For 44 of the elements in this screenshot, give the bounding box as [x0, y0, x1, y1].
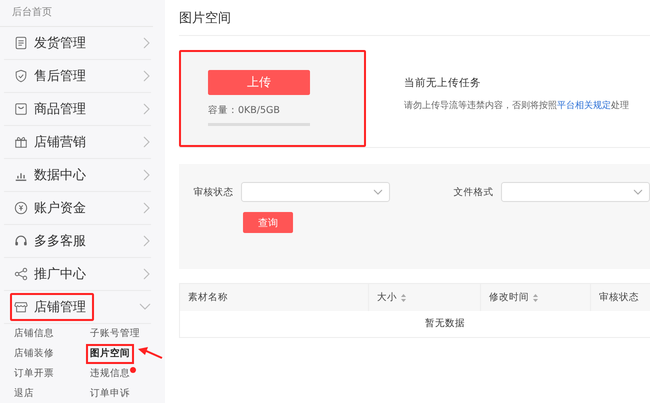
bag-icon	[14, 102, 28, 116]
sidebar-item[interactable]: 商品管理	[10, 95, 94, 123]
shield-icon	[14, 69, 28, 83]
sort-icon[interactable]	[533, 294, 538, 302]
gift-icon	[14, 135, 28, 149]
submenu-item[interactable]: 订单开票	[10, 364, 58, 384]
column-header[interactable]: 大小	[368, 284, 480, 311]
coin-icon	[14, 201, 28, 215]
headset-icon	[14, 234, 28, 248]
sidebar-item[interactable]: 账户资金	[10, 194, 94, 222]
rules-link[interactable]: 平台相关规定	[557, 100, 611, 110]
share-icon	[14, 267, 28, 281]
filter-label: 文件格式	[452, 186, 494, 198]
column-header: 审核状态	[590, 284, 650, 311]
submenu-item[interactable]: 违规信息	[86, 364, 134, 384]
sort-icon[interactable]	[401, 294, 406, 302]
chevron-down-icon	[373, 189, 384, 195]
sidebar-item[interactable]: 发货管理	[10, 29, 94, 57]
column-header[interactable]: 修改时间	[480, 284, 590, 311]
annotation-arrow	[136, 346, 164, 360]
submenu-item[interactable]: 店铺装修	[10, 344, 58, 364]
page-title: 图片空间	[179, 11, 231, 26]
sidebar-item[interactable]: 售后管理	[10, 62, 94, 90]
shop-icon	[14, 300, 28, 314]
sidebar-item[interactable]: 推广中心	[10, 260, 94, 288]
filter-label: 审核状态	[192, 186, 234, 198]
filter-select[interactable]	[241, 182, 390, 202]
column-header: 素材名称	[187, 291, 229, 305]
document-icon	[14, 36, 28, 50]
sidebar-item[interactable]: 店铺营销	[10, 128, 94, 156]
filter-select[interactable]	[501, 182, 650, 202]
submenu-item[interactable]: 退店	[10, 384, 38, 403]
submenu-item[interactable]: 图片空间	[86, 344, 134, 364]
sidebar-item[interactable]: 数据中心	[10, 161, 94, 189]
upload-notice: 请勿上传导流等违禁内容，否则将按照平台相关规定处理	[404, 100, 629, 112]
upload-status: 当前无上传任务	[404, 76, 482, 90]
submenu-item[interactable]: 订单申诉	[86, 384, 134, 403]
empty-text: 暂无数据	[425, 318, 465, 329]
capacity-text: 容量：0KB/5GB	[208, 105, 280, 116]
chevron-down-icon	[632, 189, 643, 195]
submenu-item[interactable]: 子账号管理	[86, 324, 144, 344]
sidebar-item[interactable]: 店铺管理	[10, 293, 94, 321]
submenu-item[interactable]: 店铺信息	[10, 324, 58, 344]
sidebar-item[interactable]: 多多客服	[10, 227, 94, 255]
